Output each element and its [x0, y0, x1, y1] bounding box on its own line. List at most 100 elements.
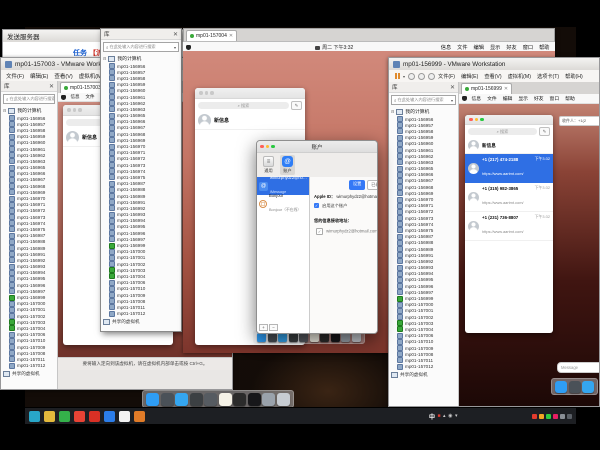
dock-icon[interactable] — [204, 393, 217, 406]
menu-item[interactable]: 查看(V) — [51, 72, 75, 80]
library-search-input[interactable]: ⌕ 在此处输入内容进行搜索 ▾ — [391, 95, 456, 105]
taskbar-app-icon[interactable] — [74, 411, 85, 422]
dock-icon[interactable] — [175, 393, 188, 406]
imessage-compose-field[interactable]: Message — [557, 362, 599, 373]
menu-item[interactable]: 文件(F) — [435, 73, 458, 80]
macos-menu-item[interactable]: 文件 — [83, 94, 97, 100]
menubar-clock[interactable]: 周二 下午3:32 — [322, 44, 353, 51]
new-message-row[interactable]: 新信息 — [465, 138, 553, 154]
accounts-dialog-titlebar[interactable]: 账户 — [257, 141, 377, 153]
menu-item[interactable]: 查看(V) — [481, 73, 504, 80]
dock-icon[interactable] — [582, 381, 594, 393]
minimize-traffic-light[interactable] — [475, 118, 479, 122]
messages-d-titlebar[interactable] — [465, 115, 553, 125]
taskbar-app-icon[interactable] — [89, 411, 100, 422]
close-traffic-light[interactable] — [199, 91, 203, 95]
menu-item[interactable]: 选项卡(T) — [534, 73, 562, 80]
vmware-d-titlebar[interactable]: mp01-156999 - VMware Workstation — [389, 58, 599, 70]
library-tree-root[interactable]: ⊟ 我的计算机 — [389, 107, 458, 116]
macos-menu-item[interactable]: 信息 — [469, 95, 484, 102]
vmware-d-console[interactable]: 信息文件编辑显示好友窗口帮助 收件人：+1(2 ⌕ 搜索 ✎ — [459, 94, 599, 406]
enable-account-checkbox[interactable]: ✓ — [314, 203, 319, 208]
add-account-button[interactable]: + — [259, 324, 268, 331]
recipient-field-fragment[interactable]: 收件人：+1(2 — [559, 116, 599, 126]
menu-item[interactable]: 编辑(E) — [27, 72, 51, 80]
floating-panel-header[interactable]: 库 ✕ — [101, 29, 181, 40]
menu-item[interactable]: 文件(F) — [3, 72, 27, 80]
chevron-down-icon[interactable]: ▾ — [403, 74, 405, 79]
tab-close-icon[interactable]: ✕ — [504, 86, 508, 92]
taskbar-app-icon[interactable] — [119, 411, 130, 422]
new-message-row[interactable]: 新信息 — [195, 112, 305, 130]
expander-icon[interactable]: ⊟ — [391, 109, 394, 114]
macos-menu-item[interactable]: 显示 — [487, 44, 502, 51]
tray-icon[interactable]: ■ — [438, 413, 441, 419]
tray-app-icon[interactable] — [532, 414, 537, 419]
library-search-input[interactable]: ⌕ 在此处输入内容进行搜索 ▾ — [3, 94, 55, 104]
account-row-bonjour[interactable]: Bonjour Bonjour（不在线） — [257, 195, 309, 213]
macos-menu-item[interactable]: 信息 — [68, 94, 82, 100]
taskbar-app-icon[interactable] — [44, 411, 55, 422]
apple-icon[interactable] — [61, 95, 66, 100]
shared-vms-row[interactable]: 共享的虚拟机 — [1, 369, 57, 379]
tray-app-icon[interactable] — [553, 414, 558, 419]
dock-icon[interactable] — [161, 393, 174, 406]
close-icon[interactable]: ✕ — [173, 31, 178, 38]
dock-icon[interactable] — [190, 393, 203, 406]
expander-icon[interactable]: ⊟ — [3, 108, 6, 113]
address-checkbox[interactable]: ✓ — [316, 228, 323, 235]
expander-icon[interactable]: ⊟ — [103, 56, 106, 61]
close-icon[interactable]: ✕ — [49, 83, 54, 90]
minimize-traffic-light[interactable] — [205, 91, 209, 95]
zoom-traffic-light[interactable] — [480, 118, 484, 122]
compose-icon[interactable]: ✎ — [291, 101, 302, 110]
stopped-button[interactable]: 已停止 — [367, 180, 378, 190]
snapshot-icon[interactable] — [408, 73, 415, 80]
shared-vms-row[interactable]: 共享的虚拟机 — [389, 370, 458, 380]
macos-menu-item[interactable]: 窗口 — [520, 44, 535, 51]
close-traffic-light[interactable] — [469, 118, 473, 122]
tray-icon[interactable]: ▴ — [443, 413, 446, 419]
dock-icon[interactable] — [248, 393, 261, 406]
tab-close-icon[interactable]: ✕ — [229, 33, 233, 39]
menu-item[interactable]: 虚拟机(M) — [505, 73, 534, 80]
macos-menu-item[interactable]: 编辑 — [500, 95, 515, 102]
vm-tab-157004[interactable]: mp01-157004 ✕ — [186, 30, 237, 41]
suspend-icon[interactable] — [395, 73, 400, 79]
floating-tree-root[interactable]: ⊟ 我的计算机 — [101, 54, 181, 63]
floating-search-input[interactable]: ⌕ 在此处输入内容进行搜索 ▾ — [103, 42, 179, 52]
taskbar-app-icon[interactable] — [104, 411, 115, 422]
macos-menu-item[interactable]: 编辑 — [471, 44, 486, 51]
tab-general[interactable]: ≡ 通用 — [261, 155, 276, 175]
apple-icon[interactable] — [186, 45, 191, 50]
library-tree-root[interactable]: ⊟ 我的计算机 — [1, 106, 57, 115]
tab-accounts[interactable]: @ 账户 — [280, 155, 295, 175]
manage-icon[interactable] — [428, 73, 435, 80]
remove-account-button[interactable]: − — [269, 324, 278, 331]
ime-indicator[interactable]: 中 — [429, 412, 435, 421]
notification-icon[interactable] — [315, 46, 320, 50]
macos-menu-item[interactable]: 好友 — [531, 95, 546, 102]
taskbar-app-icon[interactable] — [29, 411, 40, 422]
macos-menu-item[interactable]: 帮助 — [563, 95, 578, 102]
conversation-row-2[interactable]: +1 (315) 982-3865 下午3:32 https://www.aar… — [465, 183, 553, 212]
messages-search-input[interactable]: ⌕ 搜索 — [198, 102, 289, 109]
zoom-traffic-light[interactable] — [210, 91, 214, 95]
zoom-traffic-light[interactable] — [78, 108, 82, 112]
macos-menu-item[interactable]: 好友 — [504, 44, 519, 51]
tray-icon[interactable]: ▾ — [455, 413, 458, 419]
macos-menu-item[interactable]: 信息 — [438, 44, 453, 51]
dock-icon[interactable] — [555, 381, 567, 393]
close-traffic-light[interactable] — [67, 108, 71, 112]
tray-icon[interactable]: ◉ — [448, 413, 452, 419]
tray-app-icon[interactable] — [567, 414, 572, 419]
minimize-traffic-light[interactable] — [73, 108, 77, 112]
taskbar-app-icon[interactable] — [59, 411, 70, 422]
tray-app-icon[interactable] — [539, 414, 544, 419]
dock-icon[interactable] — [262, 393, 275, 406]
macos-menu-item[interactable]: 显示 — [516, 95, 531, 102]
macos-menu-item[interactable]: 文件 — [485, 95, 500, 102]
shared-vms-row[interactable]: 共享的虚拟机 — [101, 317, 181, 327]
macos-menu-item[interactable]: 帮助 — [537, 44, 552, 51]
dock-icon[interactable] — [146, 393, 159, 406]
